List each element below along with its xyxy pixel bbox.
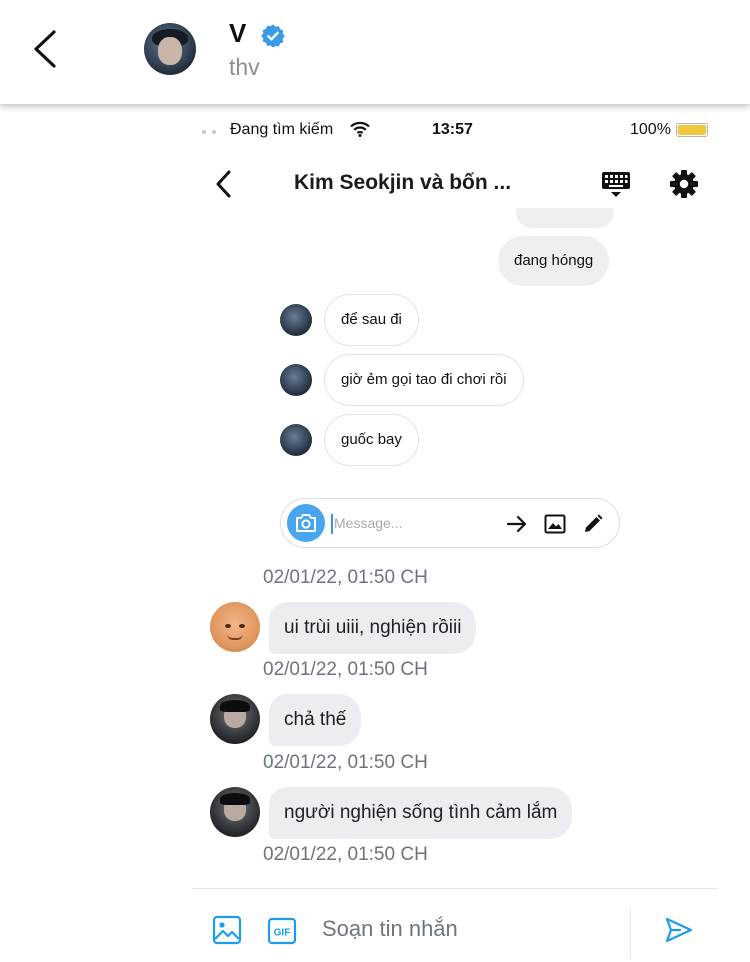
message-placeholder: Message...	[334, 515, 403, 531]
back-arrow-icon[interactable]	[22, 24, 72, 74]
wifi-icon	[350, 121, 370, 142]
message-timestamp: 02/01/22, 01:50 CH	[263, 659, 428, 680]
contact-handle: thv	[229, 54, 260, 80]
avatar[interactable]	[210, 694, 260, 744]
signal-dots	[202, 130, 216, 134]
camera-icon	[287, 504, 325, 542]
avatar	[280, 424, 312, 456]
avatar	[280, 364, 312, 396]
group-chat-title: Kim Seokjin và bốn ...	[294, 171, 512, 194]
gif-icon[interactable]: GIF	[267, 916, 297, 946]
message-input[interactable]: Soạn tin nhắn	[322, 916, 458, 942]
message-composer: GIF Soạn tin nhắn	[192, 889, 750, 962]
incoming-message-bubble: giờ ẻm gọi tao đi chơi rồi	[324, 354, 524, 406]
pencil-icon	[581, 512, 605, 536]
image-icon[interactable]	[212, 915, 242, 945]
incoming-message-bubble: để sau đi	[324, 294, 419, 346]
settings-gear-icon[interactable]	[668, 168, 700, 200]
clock-text: 13:57	[432, 121, 473, 138]
embedded-status-bar: Đang tìm kiếm 13:57 100%	[194, 118, 714, 144]
carrier-text: Đang tìm kiếm	[230, 121, 334, 138]
svg-text:GIF: GIF	[274, 928, 291, 939]
embedded-dm-header: Kim Seokjin và bốn ...	[194, 160, 714, 208]
keyboard-icon[interactable]	[600, 168, 632, 200]
partial-message-bubble	[516, 208, 614, 228]
message-timestamp: 02/01/22, 01:50 CH	[263, 844, 428, 865]
message-bubble: ui trùi uiii, nghiện rồiii	[269, 602, 477, 654]
avatar[interactable]	[210, 602, 260, 652]
gallery-icon	[543, 512, 567, 536]
conversation-header: V thv	[0, 0, 750, 104]
back-chevron-icon[interactable]	[212, 168, 236, 200]
message-bubble: chả thế	[269, 694, 362, 746]
send-icon[interactable]	[664, 915, 694, 945]
avatar[interactable]	[144, 23, 196, 75]
text-caret	[331, 514, 333, 534]
composer-divider	[630, 907, 631, 959]
send-arrow-icon	[505, 512, 529, 536]
incoming-message-bubble: guốc bay	[324, 414, 419, 466]
battery-icon	[676, 123, 708, 137]
embedded-message-input: Message...	[280, 498, 620, 548]
message-bubble: người nghiện sống tình cảm lắm	[269, 787, 573, 839]
message-timestamp: 02/01/22, 01:50 CH	[263, 567, 428, 588]
avatar	[280, 304, 312, 336]
outgoing-message-bubble: đang hóngg	[498, 236, 610, 286]
message-timestamp: 02/01/22, 01:50 CH	[263, 752, 428, 773]
contact-name[interactable]: V	[229, 18, 246, 49]
avatar[interactable]	[210, 787, 260, 837]
verified-badge-icon	[260, 23, 286, 49]
battery-percent: 100%	[630, 121, 671, 138]
